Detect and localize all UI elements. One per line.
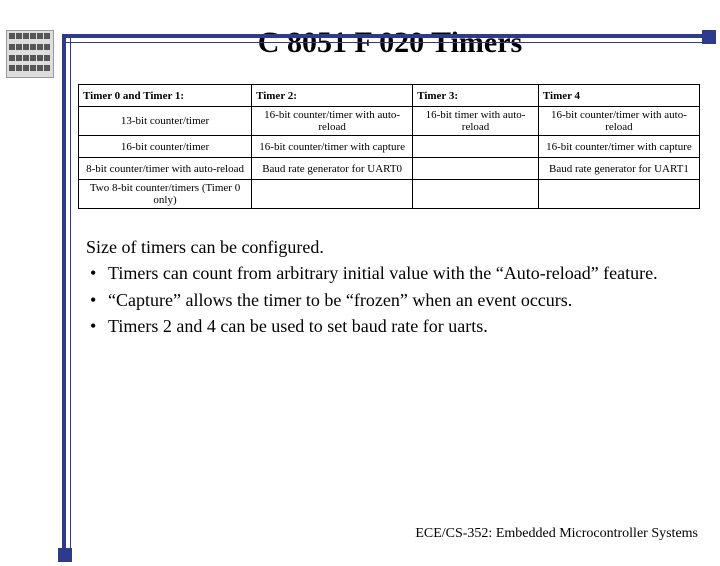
frame-top-bar	[62, 34, 710, 38]
cell	[413, 136, 539, 158]
cell: 16-bit counter/timer	[79, 136, 252, 158]
th-timer2: Timer 2:	[252, 85, 413, 107]
table-row: 8-bit counter/timer with auto-reload Bau…	[79, 158, 700, 180]
table-header-row: Timer 0 and Timer 1: Timer 2: Timer 3: T…	[79, 85, 700, 107]
table-row: 16-bit counter/timer 16-bit counter/time…	[79, 136, 700, 158]
frame-top-thin	[62, 42, 710, 43]
list-item: Timers can count from arbitrary initial …	[86, 261, 680, 285]
cell: Baud rate generator for UART1	[538, 158, 699, 180]
notes-block: Size of timers can be configured. Timers…	[86, 235, 680, 338]
corner-bottom-left	[58, 548, 72, 562]
timer-table: Timer 0 and Timer 1: Timer 2: Timer 3: T…	[78, 84, 700, 209]
list-item: Timers 2 and 4 can be used to set baud r…	[86, 314, 680, 338]
cell: 16-bit counter/timer with capture	[538, 136, 699, 158]
cell	[538, 180, 699, 209]
cell: 16-bit counter/timer with auto-reload	[538, 107, 699, 136]
cell	[413, 158, 539, 180]
cell: 16-bit counter/timer with capture	[252, 136, 413, 158]
cell: 13-bit counter/timer	[79, 107, 252, 136]
cell: Baud rate generator for UART0	[252, 158, 413, 180]
corner-top-right	[702, 30, 716, 44]
cell	[252, 180, 413, 209]
chip-icon	[6, 30, 54, 78]
cell: 16-bit timer with auto-reload	[413, 107, 539, 136]
table-row: Two 8-bit counter/timers (Timer 0 only)	[79, 180, 700, 209]
cell: Two 8-bit counter/timers (Timer 0 only)	[79, 180, 252, 209]
cell: 8-bit counter/timer with auto-reload	[79, 158, 252, 180]
th-timer4: Timer 4	[538, 85, 699, 107]
th-timer01: Timer 0 and Timer 1:	[79, 85, 252, 107]
frame-left-thin	[70, 34, 71, 558]
th-timer3: Timer 3:	[413, 85, 539, 107]
list-item: “Capture” allows the timer to be “frozen…	[86, 288, 680, 312]
slide-title: C 8051 F 020 Timers	[70, 26, 710, 60]
cell: 16-bit counter/timer with auto-reload	[252, 107, 413, 136]
frame-left-bar	[62, 34, 66, 558]
table-row: 13-bit counter/timer 16-bit counter/time…	[79, 107, 700, 136]
cell	[413, 180, 539, 209]
notes-intro: Size of timers can be configured.	[86, 235, 680, 259]
notes-list: Timers can count from arbitrary initial …	[86, 261, 680, 338]
timer-table-wrap: Timer 0 and Timer 1: Timer 2: Timer 3: T…	[78, 84, 700, 209]
